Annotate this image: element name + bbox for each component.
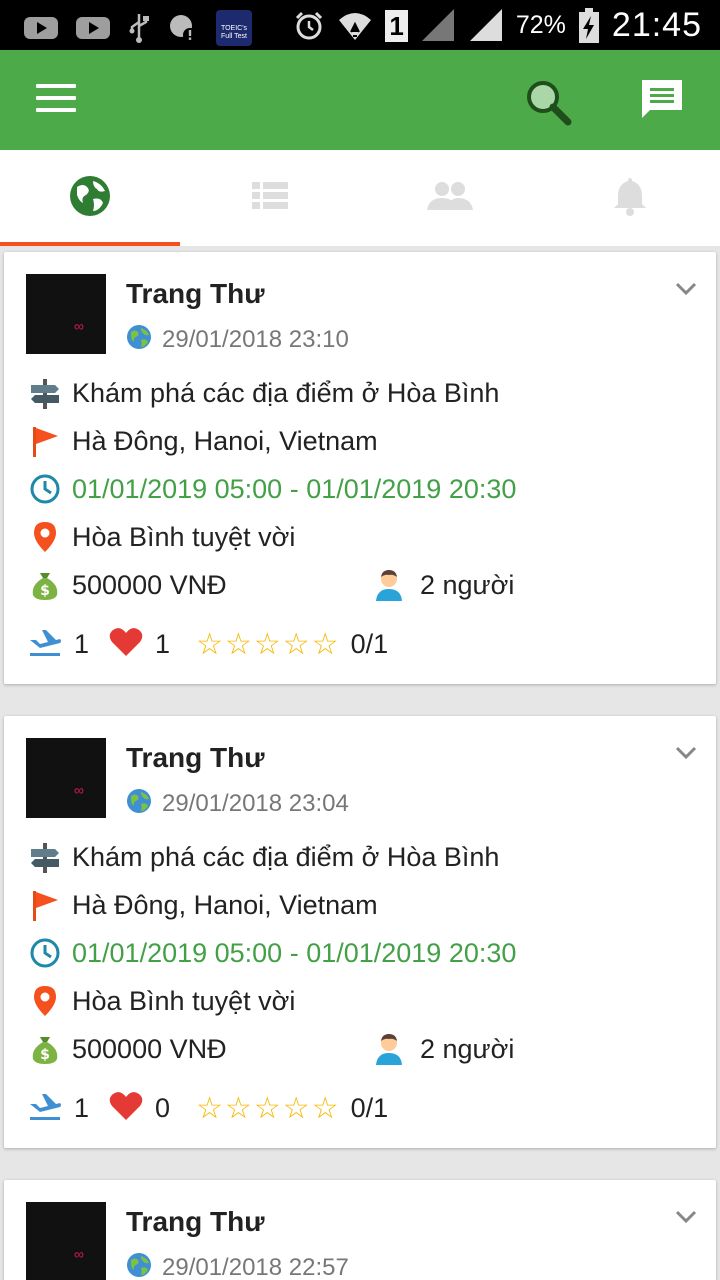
post-card[interactable]: Trang Thư 29/01/2018 23:10 Khám phá các …: [4, 252, 716, 684]
tab-explore[interactable]: [0, 150, 180, 246]
star-icon[interactable]: ☆: [283, 629, 310, 660]
star-icon[interactable]: ☆: [254, 1093, 281, 1124]
globe-icon: [126, 1252, 152, 1280]
star-icon[interactable]: ☆: [196, 1093, 223, 1124]
app-bar: [0, 50, 720, 150]
trip-cost: 500000 VNĐ: [72, 1033, 227, 1064]
star-icon[interactable]: ☆: [225, 1093, 252, 1124]
trip-title[interactable]: Khám phá các địa điểm ở Hòa Bình: [72, 378, 499, 409]
signpost-icon: [28, 840, 62, 874]
money-bag-icon: $: [28, 1032, 62, 1066]
active-tab-indicator: [0, 242, 180, 246]
wifi-icon: [337, 10, 373, 42]
toeic-app-icon: TOEIC's Full Test: [216, 10, 252, 46]
svg-text:$: $: [40, 583, 50, 599]
star-icon[interactable]: ☆: [196, 629, 223, 660]
flag-icon: [28, 424, 62, 458]
star-icon[interactable]: ☆: [254, 629, 281, 660]
person-icon: [372, 1032, 406, 1066]
avatar[interactable]: [26, 1202, 106, 1280]
post-card[interactable]: Trang Thư 29/01/2018 23:04 Khám phá các …: [4, 716, 716, 1148]
like-count: 1: [155, 629, 171, 659]
map-pin-icon: [28, 520, 62, 554]
location-alert-icon: [168, 13, 198, 43]
status-bar: TOEIC's Full Test 1 72% 21:45: [0, 0, 720, 50]
youtube-icon: [76, 15, 110, 41]
author-name[interactable]: Trang Thư: [126, 278, 265, 310]
battery-charging-icon: [578, 7, 600, 44]
star-icon[interactable]: ☆: [312, 1093, 339, 1124]
person-icon: [372, 568, 406, 602]
globe-icon: [126, 324, 152, 355]
svg-text:$: $: [40, 1047, 50, 1063]
chevron-down-icon[interactable]: [674, 1208, 698, 1226]
rating-value: 0/1: [350, 1093, 389, 1123]
post-timestamp: 29/01/2018 23:10: [162, 325, 349, 353]
destination: Hòa Bình tuyệt vời: [72, 521, 296, 552]
star-icon[interactable]: ☆: [283, 1093, 310, 1124]
map-pin-icon: [28, 984, 62, 1018]
hamburger-menu-icon[interactable]: [36, 84, 76, 116]
flag-icon: [28, 888, 62, 922]
people-count: 2 người: [420, 1033, 515, 1064]
youtube-icon: [24, 15, 58, 41]
bell-icon: [613, 176, 647, 221]
date-range: 01/01/2019 05:00 - 01/01/2019 20:30: [72, 937, 517, 968]
signpost-icon: [28, 376, 62, 410]
tab-people[interactable]: [360, 150, 540, 246]
post-timestamp: 29/01/2018 22:57: [162, 1253, 349, 1280]
destination: Hòa Bình tuyệt vời: [72, 985, 296, 1016]
chat-icon[interactable]: [640, 78, 684, 122]
trip-count: 1: [74, 629, 90, 659]
chevron-down-icon[interactable]: [674, 744, 698, 762]
start-location: Hà Đông, Hanoi, Vietnam: [72, 889, 378, 920]
start-location: Hà Đông, Hanoi, Vietnam: [72, 425, 378, 456]
trip-cost: 500000 VNĐ: [72, 569, 227, 600]
heart-icon[interactable]: [109, 627, 143, 662]
airplane-icon[interactable]: [28, 626, 62, 663]
globe-icon: [126, 788, 152, 819]
trip-count: 1: [74, 1093, 90, 1123]
list-icon: [252, 180, 288, 217]
author-name[interactable]: Trang Thư: [126, 742, 265, 774]
star-icon[interactable]: ☆: [312, 629, 339, 660]
globe-icon: [69, 175, 111, 222]
sim-slot-indicator: 1: [385, 9, 408, 42]
heart-icon[interactable]: [109, 1091, 143, 1126]
rating-stars[interactable]: ☆ ☆ ☆ ☆ ☆: [196, 629, 339, 660]
usb-icon: [128, 12, 150, 44]
clock: 21:45: [611, 6, 702, 44]
signal-icon: [468, 8, 504, 43]
chevron-down-icon[interactable]: [674, 280, 698, 298]
rating-stars[interactable]: ☆ ☆ ☆ ☆ ☆: [196, 1093, 339, 1124]
alarm-icon: [293, 10, 325, 42]
search-icon[interactable]: [522, 76, 574, 128]
star-icon[interactable]: ☆: [225, 629, 252, 660]
like-count: 0: [155, 1093, 171, 1123]
author-name[interactable]: Trang Thư: [126, 1206, 265, 1238]
people-count: 2 người: [420, 569, 515, 600]
post-timestamp: 29/01/2018 23:04: [162, 789, 349, 817]
avatar[interactable]: [26, 738, 106, 818]
airplane-icon[interactable]: [28, 1090, 62, 1127]
rating-value: 0/1: [350, 629, 389, 659]
post-card[interactable]: Trang Thư 29/01/2018 22:57: [4, 1180, 716, 1280]
battery-percentage: 72%: [515, 11, 566, 39]
people-icon: [427, 180, 473, 217]
money-bag-icon: $: [28, 568, 62, 602]
tab-notifications[interactable]: [540, 150, 720, 246]
clock-icon: [28, 936, 62, 970]
avatar[interactable]: [26, 274, 106, 354]
clock-icon: [28, 472, 62, 506]
tab-list[interactable]: [180, 150, 360, 246]
date-range: 01/01/2019 05:00 - 01/01/2019 20:30: [72, 473, 517, 504]
signal-icon: [420, 8, 456, 43]
trip-title[interactable]: Khám phá các địa điểm ở Hòa Bình: [72, 842, 499, 873]
tab-bar: [0, 150, 720, 246]
